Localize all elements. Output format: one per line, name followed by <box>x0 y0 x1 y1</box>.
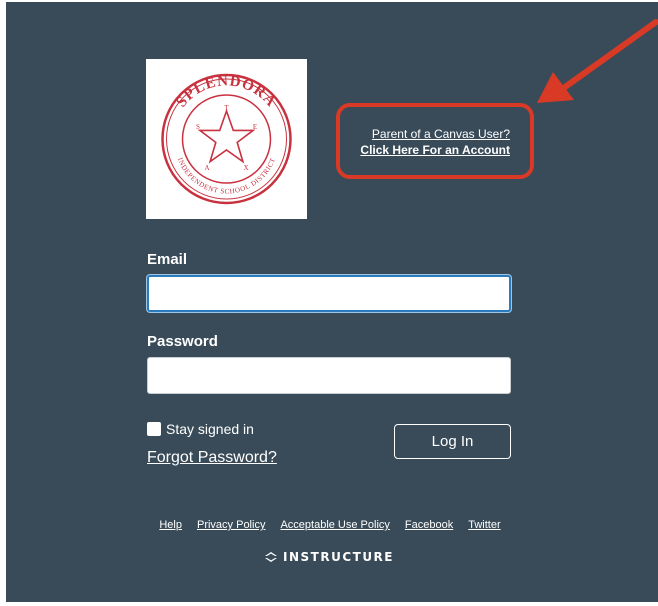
footer-link-help[interactable]: Help <box>159 519 182 531</box>
instructure-logo-icon <box>265 552 277 562</box>
footer-link-acceptable-use-policy[interactable]: Acceptable Use Policy <box>280 519 389 531</box>
stay-signed-in-option[interactable]: Stay signed in <box>147 421 254 437</box>
login-button[interactable]: Log In <box>394 424 511 459</box>
brand-name: INSTRUCTURE <box>283 550 394 564</box>
footer-link-facebook[interactable]: Facebook <box>405 519 453 531</box>
password-label: Password <box>147 333 218 350</box>
instructure-brand: INSTRUCTURE <box>0 550 658 564</box>
stay-signed-in-label: Stay signed in <box>166 421 254 437</box>
forgot-password-link[interactable]: Forgot Password? <box>147 449 277 467</box>
footer-link-twitter[interactable]: Twitter <box>468 519 500 531</box>
footer-links: Help Privacy Policy Acceptable Use Polic… <box>0 519 658 531</box>
email-field[interactable] <box>147 275 511 312</box>
password-field[interactable] <box>147 357 511 394</box>
stay-signed-in-checkbox[interactable] <box>147 422 161 436</box>
email-label: Email <box>147 251 188 268</box>
footer-link-privacy-policy[interactable]: Privacy Policy <box>197 519 265 531</box>
